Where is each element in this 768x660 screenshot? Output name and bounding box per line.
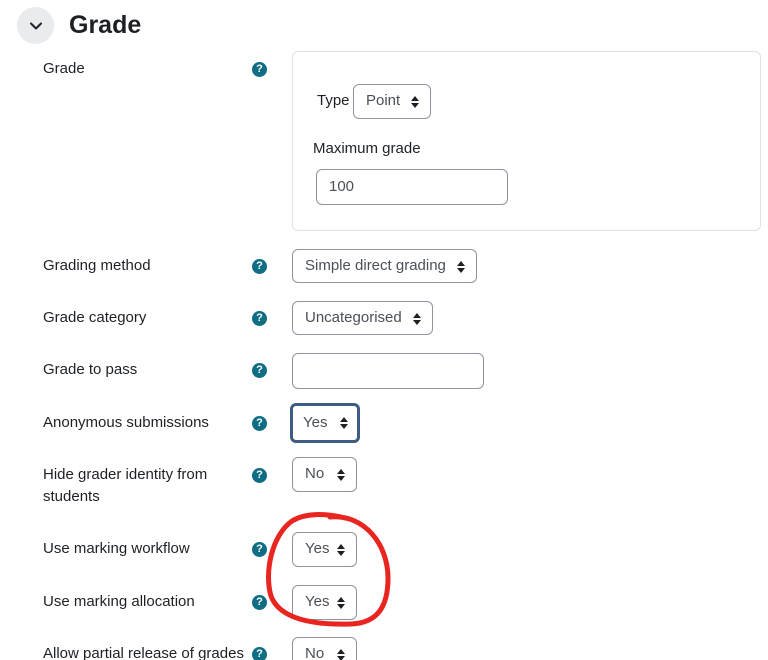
grade-type-label: Type [317, 92, 350, 109]
grade-to-pass-input[interactable] [292, 353, 484, 389]
marking-workflow-select[interactable]: Yes [292, 532, 357, 567]
grade-to-pass-label: Grade to pass [43, 361, 138, 378]
chevron-down-icon [29, 22, 42, 29]
marking-allocation-value: Yes [305, 593, 330, 610]
section-title: Grade [69, 11, 142, 39]
hide-grader-label-line2: students [43, 488, 100, 505]
grading-method-select[interactable]: Simple direct grading [292, 249, 477, 283]
marking-allocation-label: Use marking allocation [43, 593, 195, 610]
hide-grader-value: No [305, 465, 325, 482]
grading-method-value: Simple direct grading [305, 257, 446, 274]
sort-caret-icon [340, 417, 348, 429]
partial-release-label: Allow partial release of grades [43, 645, 244, 660]
grade-type-value: Point [366, 92, 401, 109]
partial-release-select[interactable]: No [292, 637, 357, 660]
grade-category-help-icon[interactable]: ? [252, 311, 267, 326]
grade-category-label: Grade category [43, 309, 147, 326]
marking-allocation-help-icon[interactable]: ? [252, 595, 267, 610]
grade-settings-page: Grade Grade ? Type Point Maximum grade 1… [0, 0, 768, 660]
grade-help-icon[interactable]: ? [252, 62, 267, 77]
marking-allocation-select[interactable]: Yes [292, 585, 357, 620]
anonymous-submissions-select[interactable]: Yes [290, 403, 360, 443]
hide-grader-select[interactable]: No [292, 457, 357, 492]
grading-method-help-icon[interactable]: ? [252, 259, 267, 274]
grade-type-select[interactable]: Point [353, 84, 431, 119]
marking-workflow-label: Use marking workflow [43, 540, 190, 557]
partial-release-help-icon[interactable]: ? [252, 647, 267, 660]
marking-workflow-value: Yes [305, 540, 330, 557]
sort-caret-icon [413, 313, 421, 325]
partial-release-value: No [305, 645, 325, 660]
sort-caret-icon [337, 544, 345, 556]
max-grade-label: Maximum grade [313, 140, 421, 157]
anonymous-submissions-help-icon[interactable]: ? [252, 416, 267, 431]
grading-method-label: Grading method [43, 257, 151, 274]
grade-category-value: Uncategorised [305, 309, 402, 326]
sort-caret-icon [337, 649, 345, 660]
grade-fieldset: Type Point Maximum grade 100 [292, 51, 761, 231]
sort-caret-icon [411, 96, 419, 108]
grade-category-select[interactable]: Uncategorised [292, 301, 433, 335]
max-grade-input[interactable]: 100 [316, 169, 508, 205]
hide-grader-label-line1: Hide grader identity from [43, 466, 208, 483]
grade-to-pass-help-icon[interactable]: ? [252, 363, 267, 378]
sort-caret-icon [337, 469, 345, 481]
grade-label: Grade [43, 60, 85, 77]
hide-grader-help-icon[interactable]: ? [252, 468, 267, 483]
section-collapse-button[interactable] [17, 7, 54, 44]
sort-caret-icon [337, 597, 345, 609]
sort-caret-icon [457, 261, 465, 273]
anonymous-submissions-value: Yes [303, 414, 328, 431]
marking-workflow-help-icon[interactable]: ? [252, 542, 267, 557]
anonymous-submissions-label: Anonymous submissions [43, 414, 209, 431]
